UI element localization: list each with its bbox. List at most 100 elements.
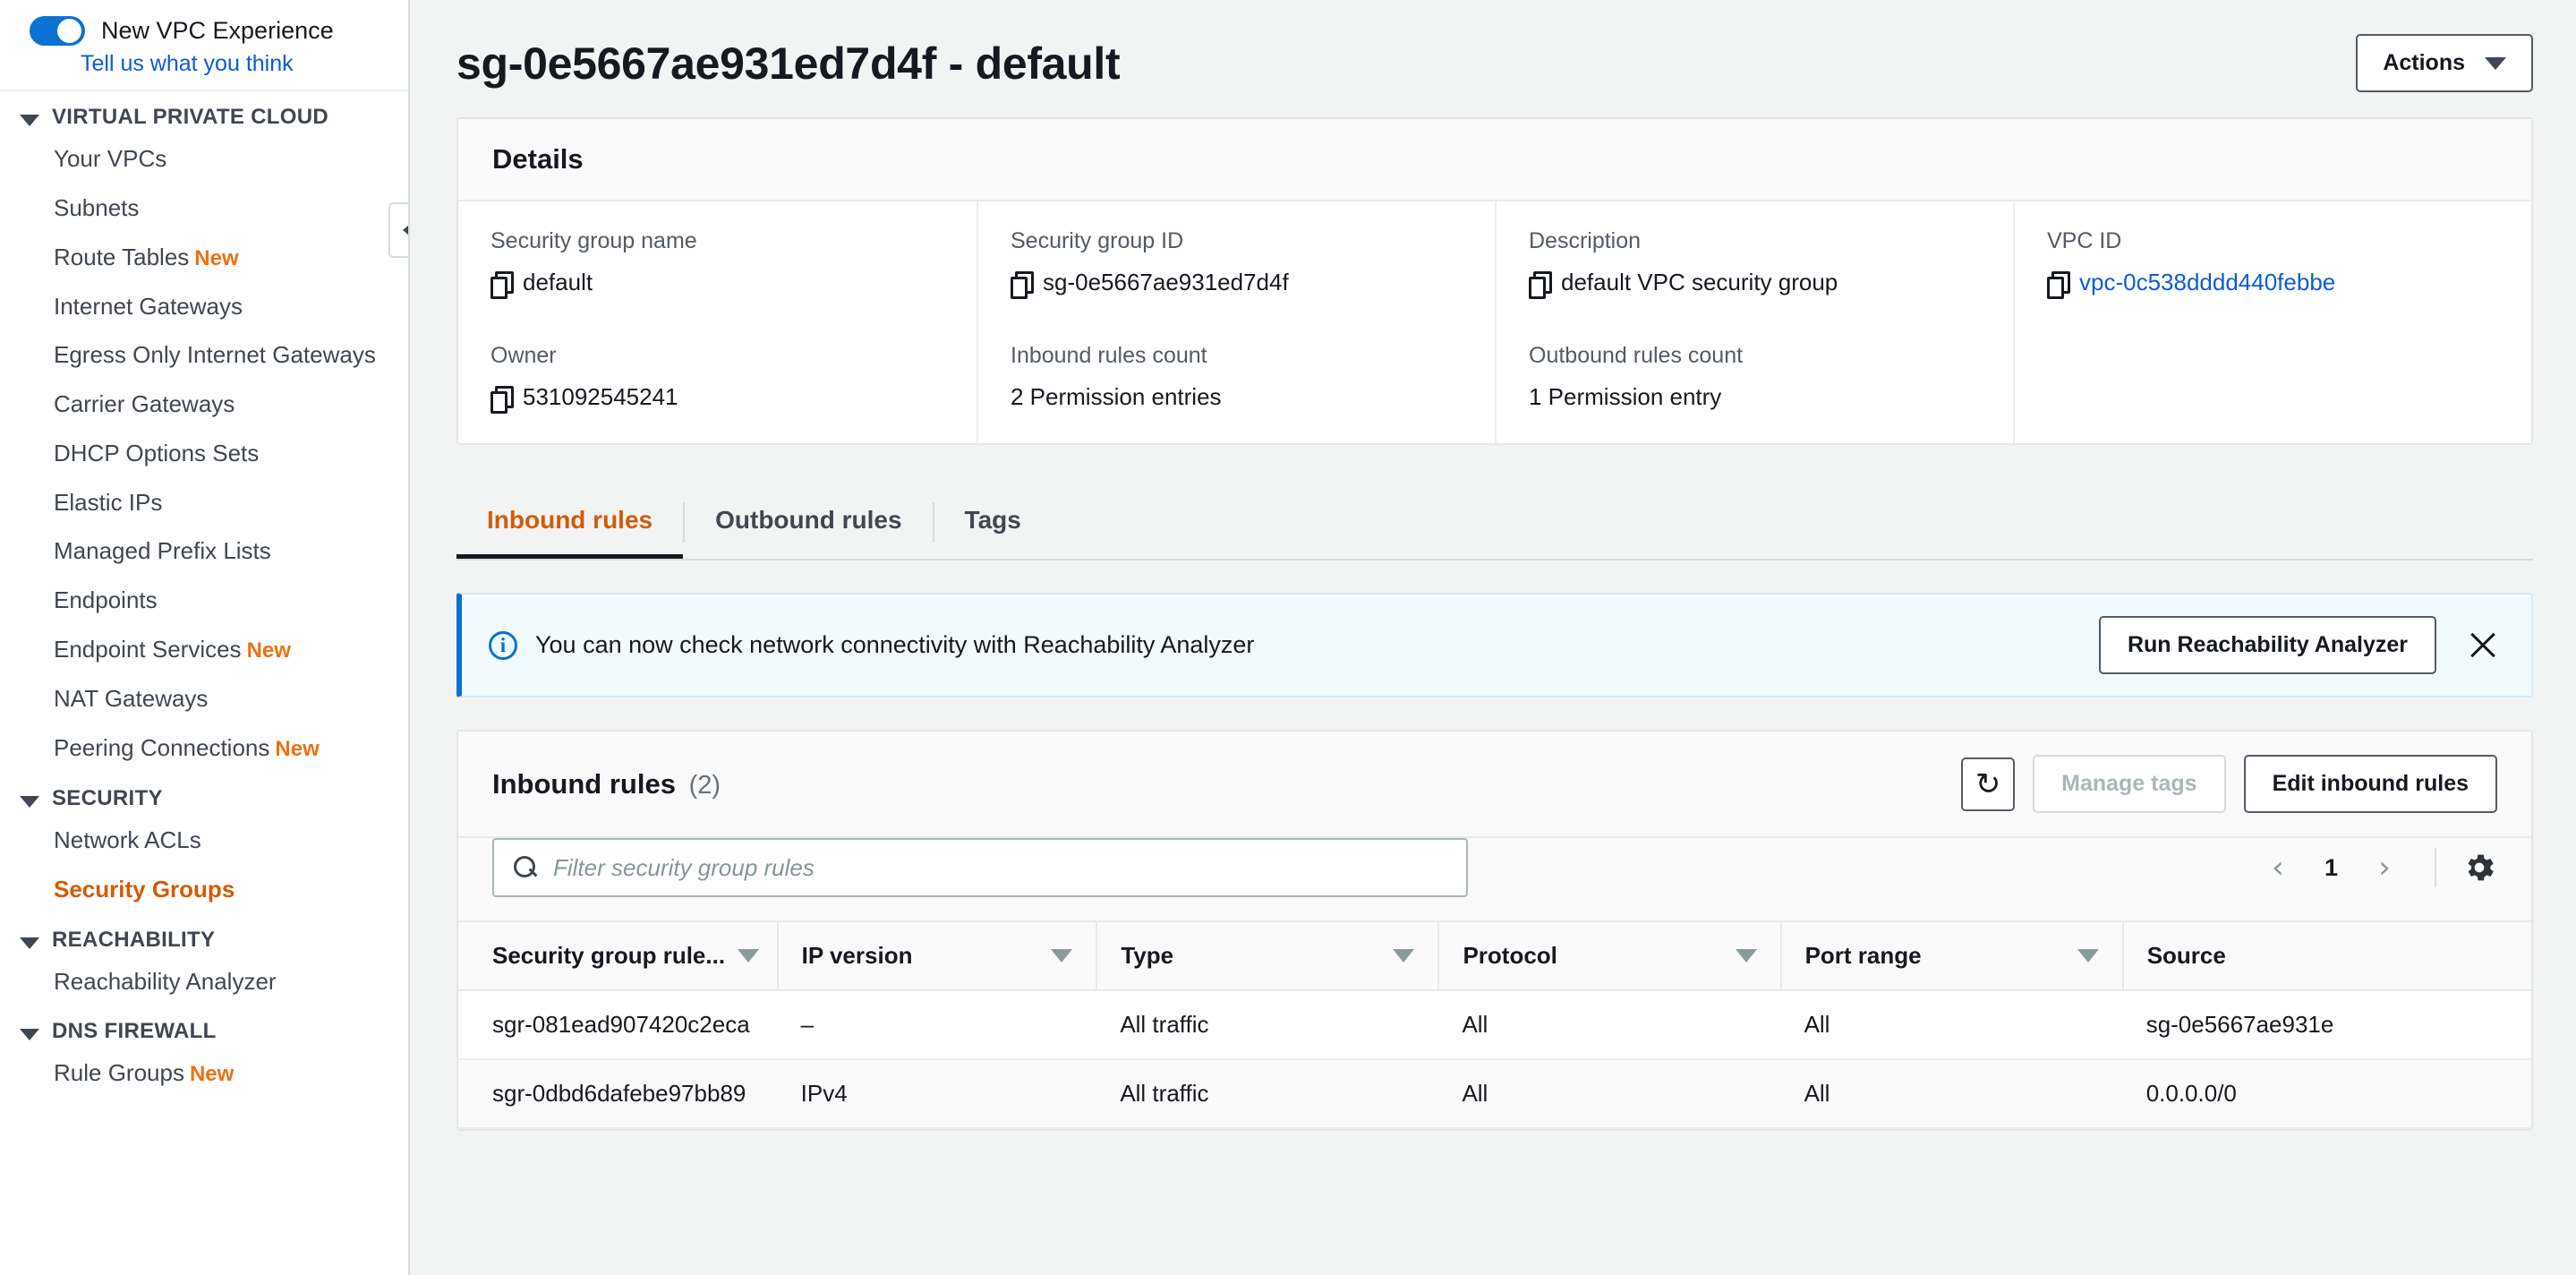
sidebar-item-label: Endpoint Services <box>54 635 242 663</box>
detail-label: Outbound rules count <box>1529 343 1744 368</box>
sidebar-item-subnets[interactable]: Subnets <box>0 184 408 233</box>
details-title: Details <box>492 143 584 175</box>
sidebar-item-security-groups[interactable]: Security Groups <box>0 865 408 914</box>
cell-ip-version: IPv4 <box>777 1059 1097 1129</box>
manage-tags-button[interactable]: Manage tags <box>2033 755 2226 813</box>
chevron-down-icon <box>20 1029 39 1041</box>
column-header-security-group-rule[interactable]: Security group rule... <box>458 920 778 991</box>
sidebar-section-virtual-private-cloud[interactable]: VIRTUAL PRIVATE CLOUD <box>0 100 408 134</box>
column-header-port-range[interactable]: Port range <box>1779 920 2123 991</box>
sidebar-item-egress-only-internet-gateways[interactable]: Egress Only Internet Gateways <box>0 330 408 380</box>
copy-icon[interactable] <box>1529 270 1552 299</box>
copy-icon[interactable] <box>490 385 514 414</box>
sidebar-nav: VIRTUAL PRIVATE CLOUD Your VPCs Subnets Rou… <box>0 100 408 1099</box>
sidebar-item-label: Reachability Analyzer <box>54 967 277 995</box>
search-input[interactable]: Filter security group rules <box>492 838 1468 897</box>
sidebar-section-reachability[interactable]: REACHABILITY <box>0 923 408 957</box>
previous-page-button[interactable]: ‹ <box>2253 843 2303 893</box>
cell-rule-id: sgr-0dbd6dafebe97bb89 <box>458 1059 778 1129</box>
sidebar-section-dns-firewall[interactable]: DNS FIREWALL <box>0 1014 408 1048</box>
tab-outbound-rules[interactable]: Outbound rules <box>685 488 932 559</box>
sidebar-collapse-button[interactable] <box>388 202 408 258</box>
table-row[interactable]: sgr-081ead907420c2eca – All traffic All All s… <box>458 990 2531 1060</box>
chevron-left-icon <box>402 220 408 240</box>
details-grid: Security group name default Security group… <box>458 201 2531 443</box>
sort-caret-icon[interactable] <box>1393 949 1415 963</box>
sort-caret-icon[interactable] <box>738 949 760 963</box>
detail-label: Security group name <box>490 228 697 253</box>
new-badge: New <box>189 1062 235 1087</box>
tab-inbound-rules[interactable]: Inbound rules <box>456 488 684 559</box>
detail-label: VPC ID <box>2047 228 2122 253</box>
copy-icon[interactable] <box>1011 270 1034 299</box>
new-badge: New <box>194 245 239 270</box>
sidebar-item-nat-gateways[interactable]: NAT Gateways <box>0 674 408 723</box>
column-header-inner: Type <box>1121 942 1415 970</box>
actions-button[interactable]: Actions <box>2356 34 2533 92</box>
sidebar-item-label: DHCP Options Sets <box>54 439 260 466</box>
column-header-source[interactable]: Source <box>2121 920 2531 991</box>
sidebar-item-internet-gateways[interactable]: Internet Gateways <box>0 282 408 331</box>
table-row[interactable]: sgr-0dbd6dafebe97bb89 IPv4 All traffic All A… <box>458 1059 2531 1129</box>
sidebar-item-peering-connections[interactable]: Peering Connections New <box>0 723 408 773</box>
current-page-number[interactable]: 1 <box>2308 854 2354 882</box>
detail-value-text: default <box>523 269 593 295</box>
sidebar-section-security[interactable]: SECURITY <box>0 782 408 816</box>
sidebar-item-label: Peering Connections <box>54 733 270 761</box>
column-header-protocol[interactable]: Protocol <box>1437 920 1781 991</box>
tell-us-what-you-think-link[interactable]: Tell us what you think <box>0 51 408 77</box>
detail-owner: Owner 531092545241 <box>458 320 977 443</box>
sort-caret-icon[interactable] <box>2077 949 2099 963</box>
cell-type: All traffic <box>1096 1059 1439 1129</box>
inbound-rules-card-header: Inbound rules (2) ↻ Manage tags Edit inb… <box>458 732 2531 838</box>
column-header-label: Port range <box>1804 942 1922 969</box>
new-vpc-experience-toggle[interactable] <box>30 16 85 46</box>
sidebar-item-reachability-analyzer[interactable]: Reachability Analyzer <box>0 957 408 1006</box>
detail-vpc-id: VPC ID vpc-0c538dddd440febbe <box>2013 201 2531 320</box>
detail-value-text: 1 Permission entry <box>1529 383 1722 410</box>
detail-outbound-rules-count: Outbound rules count 1 Permission entry <box>1495 320 2013 443</box>
table-header: Security group rule... IP version Type Prot… <box>458 920 2531 991</box>
sidebar-item-endpoint-services[interactable]: Endpoint Services New <box>0 625 408 674</box>
column-header-ip-version[interactable]: IP version <box>776 920 1097 991</box>
sidebar-item-network-acls[interactable]: Network ACLs <box>0 816 408 865</box>
run-reachability-analyzer-button[interactable]: Run Reachability Analyzer <box>2098 616 2436 674</box>
column-header-type[interactable]: Type <box>1096 920 1439 991</box>
detail-security-group-name: Security group name default <box>458 201 977 320</box>
chevron-down-icon <box>20 115 39 126</box>
sidebar-item-dhcp-options-sets[interactable]: DHCP Options Sets <box>0 429 408 478</box>
tab-tags[interactable]: Tags <box>934 488 1052 559</box>
column-header-label: Security group rule... <box>492 942 726 969</box>
column-header-label: IP version <box>801 942 913 969</box>
column-header-label: Source <box>2146 942 2226 969</box>
close-icon[interactable] <box>2465 628 2501 663</box>
sidebar-item-label: Managed Prefix Lists <box>54 537 271 565</box>
copy-icon[interactable] <box>2047 270 2070 299</box>
detail-value[interactable]: vpc-0c538dddd440febbe <box>2047 269 2499 299</box>
refresh-button[interactable]: ↻ <box>1961 757 2016 811</box>
copy-icon[interactable] <box>490 270 514 299</box>
gear-icon[interactable] <box>2461 850 2497 886</box>
detail-value-text: 2 Permission entries <box>1011 383 1222 410</box>
detail-description: Description default VPC security group <box>1495 201 2013 320</box>
next-page-button[interactable]: › <box>2359 843 2410 893</box>
new-experience-toggle-row: New VPC Experience Tell us what you thin… <box>0 0 408 91</box>
inbound-rules-count: (2) <box>688 770 721 800</box>
sidebar-item-route-tables[interactable]: Route Tables New <box>0 233 408 282</box>
cell-ip-version: – <box>777 990 1097 1060</box>
sidebar-item-your-vpcs[interactable]: Your VPCs <box>0 134 408 184</box>
sidebar-item-carrier-gateways[interactable]: Carrier Gateways <box>0 380 408 429</box>
detail-label: Security group ID <box>1011 228 1184 253</box>
banner-message: i You can now check network connectivity… <box>489 630 1254 660</box>
sort-caret-icon[interactable] <box>1735 949 1757 963</box>
sidebar-item-label: Subnets <box>54 193 140 221</box>
sort-caret-icon[interactable] <box>1051 949 1073 963</box>
cell-source: 0.0.0.0/0 <box>2122 1059 2531 1129</box>
sidebar-item-elastic-ips[interactable]: Elastic IPs <box>0 478 408 527</box>
sidebar-item-rule-groups[interactable]: Rule Groups New <box>0 1048 408 1098</box>
sidebar-item-managed-prefix-lists[interactable]: Managed Prefix Lists <box>0 526 408 576</box>
edit-inbound-rules-button[interactable]: Edit inbound rules <box>2243 755 2497 813</box>
sidebar-item-label: Carrier Gateways <box>54 390 235 418</box>
sidebar-item-endpoints[interactable]: Endpoints <box>0 576 408 625</box>
detail-empty <box>2013 320 2531 443</box>
